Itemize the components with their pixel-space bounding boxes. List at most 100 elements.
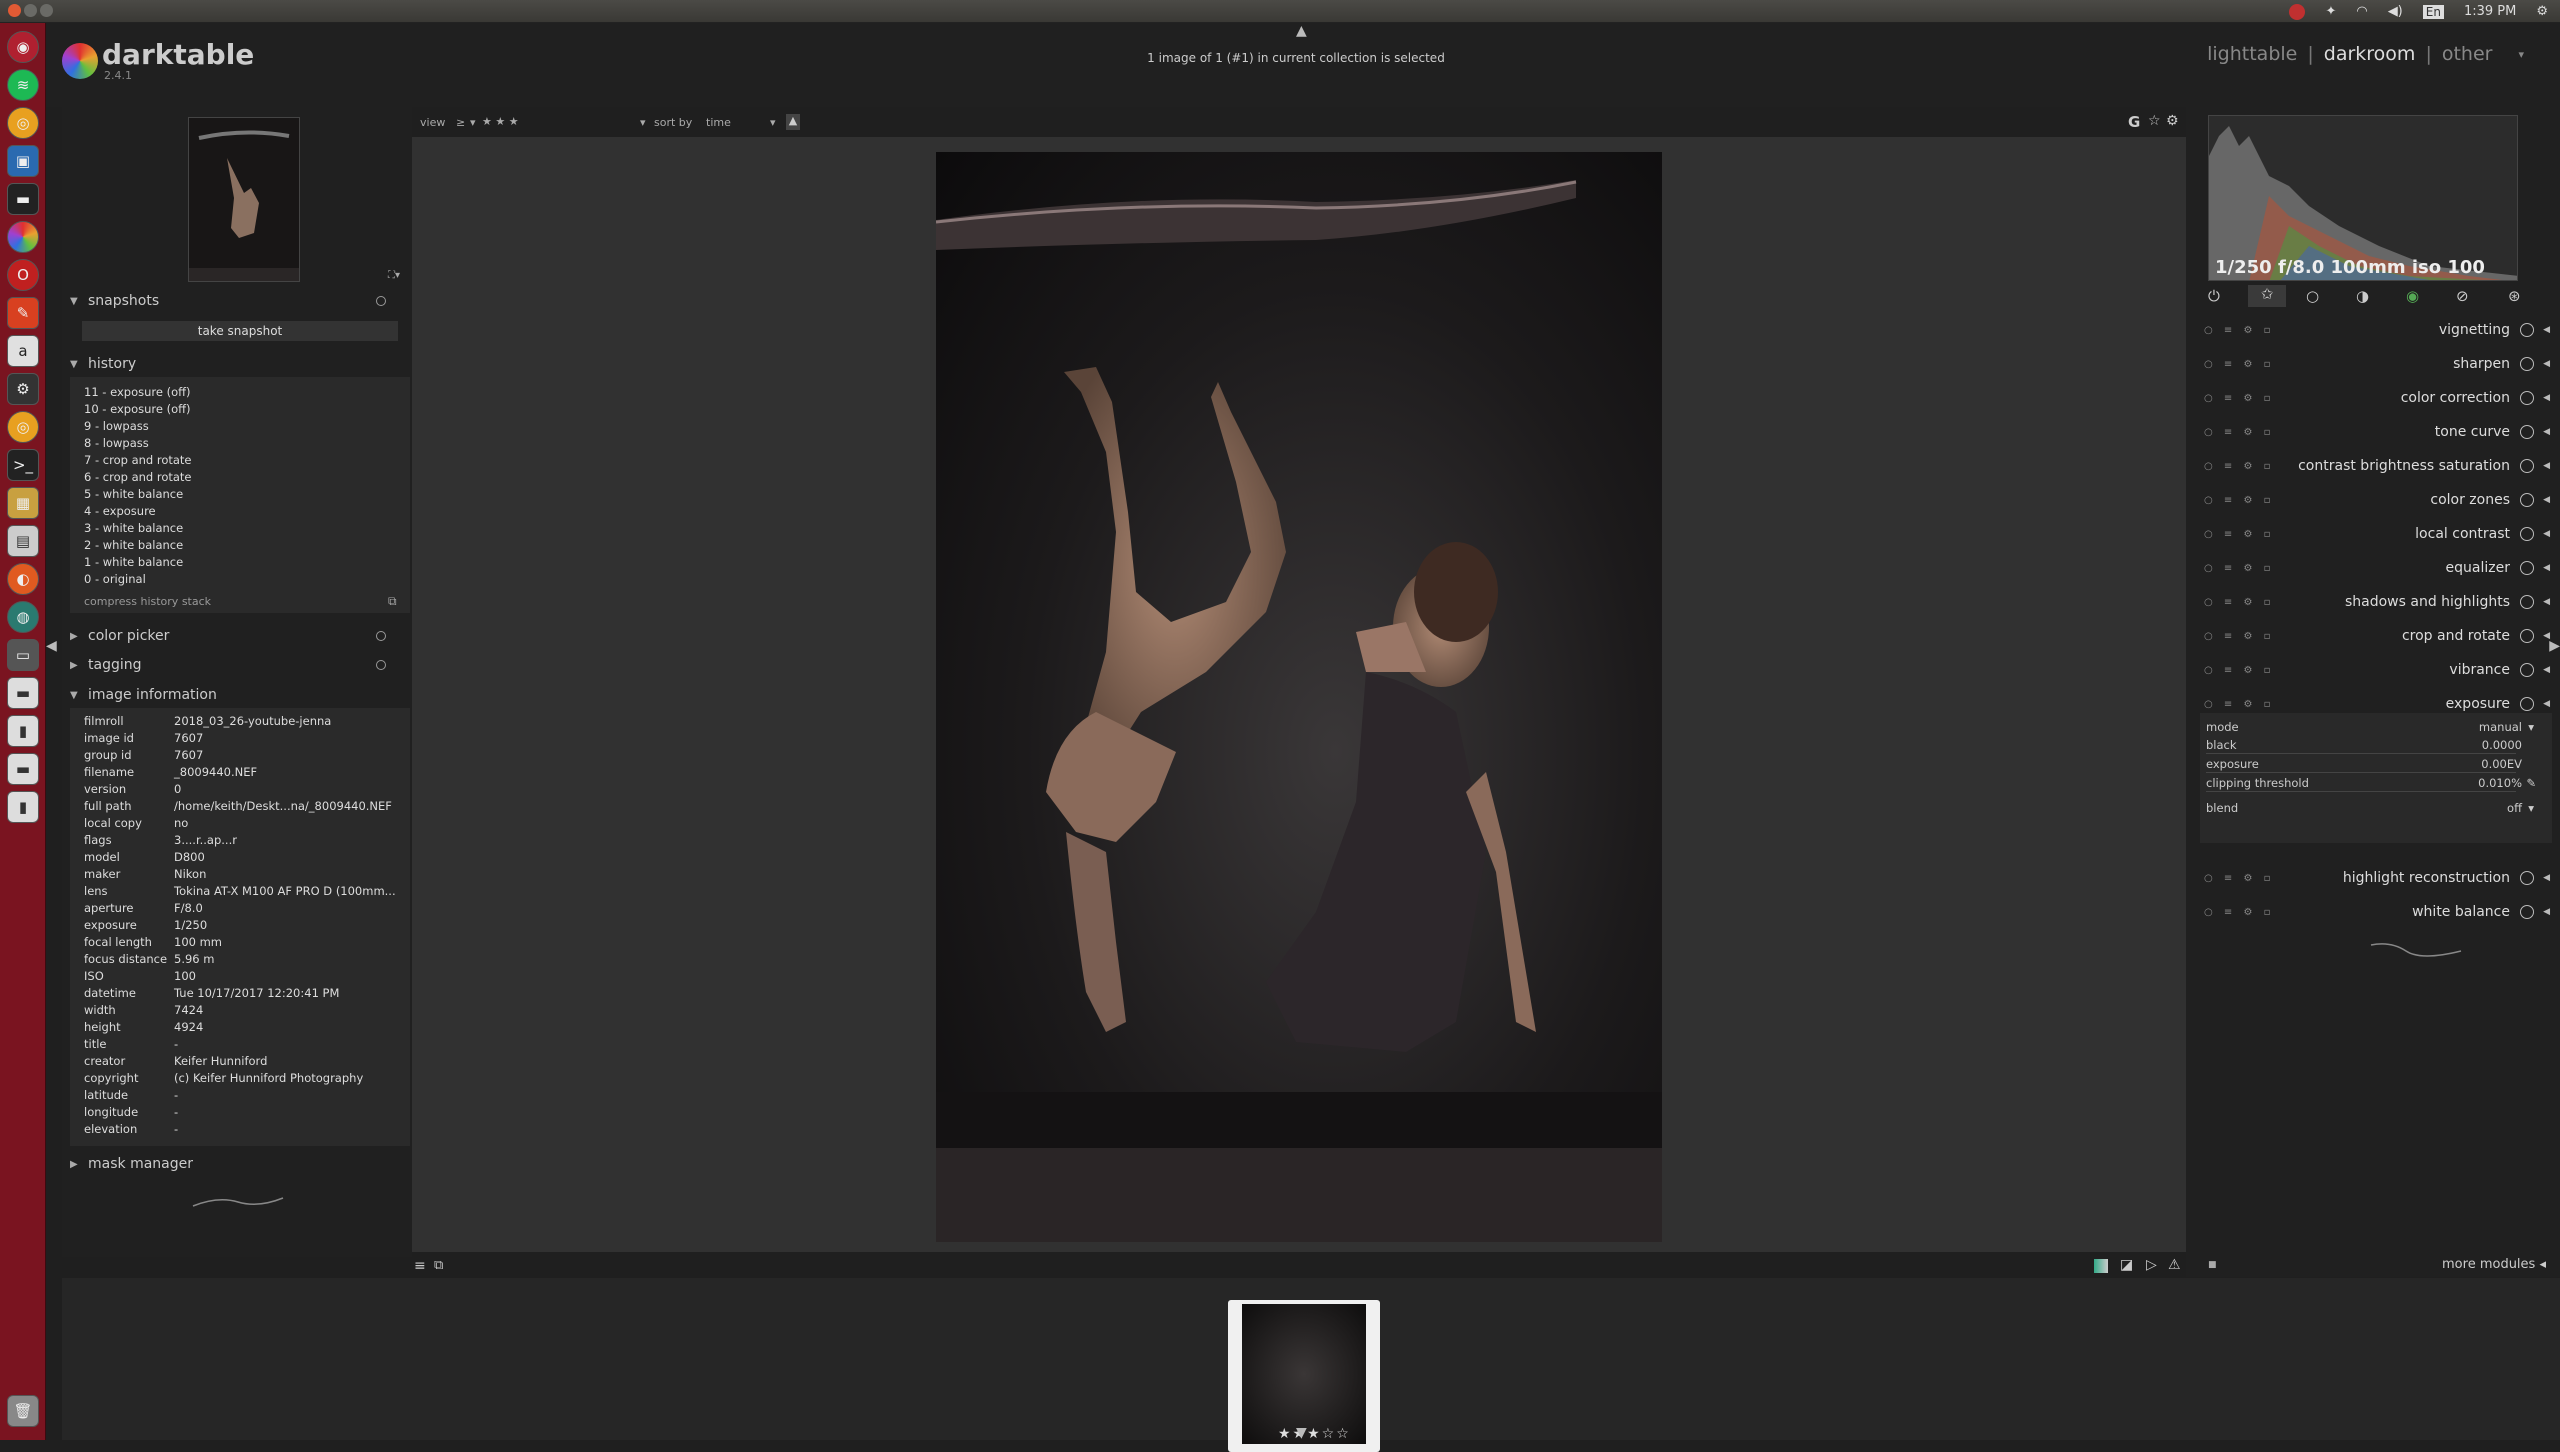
histogram[interactable]: 1/250 f/8.0 100mm iso 100	[2208, 115, 2518, 281]
media-app-icon[interactable]: ▬	[7, 183, 39, 215]
history-item[interactable]: 5 - white balance	[84, 487, 183, 501]
rating-filter-op[interactable]: ≥	[456, 116, 465, 129]
chevron-down-icon[interactable]: ▾	[770, 116, 776, 129]
color-group-tab-icon[interactable]: ◉	[2406, 287, 2419, 305]
history-item[interactable]: 4 - exposure	[84, 504, 156, 518]
collapse-right-panel-icon[interactable]: ▶	[2549, 638, 2560, 654]
module-toggle-icons[interactable]: ○ ≡ ⚙ ▫	[2204, 427, 2274, 438]
module-header[interactable]: ○ ≡ ⚙ ▫ sharpen ◀	[2200, 349, 2552, 379]
module-expand-icon[interactable]: ◀	[2543, 461, 2550, 471]
volume-icon[interactable]: ◀)	[2388, 4, 2403, 20]
module-toggle-icons[interactable]: ○ ≡ ⚙ ▫	[2204, 529, 2274, 540]
files-icon[interactable]: ▤	[7, 525, 39, 557]
darktable-icon[interactable]	[7, 221, 39, 253]
history-item[interactable]: 9 - lowpass	[84, 419, 149, 433]
color-picker-icon[interactable]: ✎	[2526, 776, 2536, 790]
history-item[interactable]: 10 - exposure (off)	[84, 402, 191, 416]
history-item[interactable]: 1 - white balance	[84, 555, 183, 569]
navigation-thumbnail[interactable]	[188, 117, 300, 282]
remote-desktop-icon[interactable]: ▣	[7, 145, 39, 177]
wifi-icon[interactable]: ◠	[2356, 4, 2367, 20]
clock[interactable]: 1:39 PM	[2464, 4, 2516, 19]
tool-app-icon[interactable]: ✎	[7, 297, 39, 329]
correct-group-tab-icon[interactable]: ⊘	[2456, 287, 2469, 305]
expand-icon[interactable]: ⛶▾	[388, 270, 400, 281]
module-header[interactable]: ○ ≡ ⚙ ▫ color correction ◀	[2200, 383, 2552, 413]
module-toggle-icons[interactable]: ○ ≡ ⚙ ▫	[2204, 907, 2274, 918]
module-expand-icon[interactable]: ◀	[2543, 427, 2550, 437]
module-header[interactable]: ○ ≡ ⚙ ▫ white balance ◀	[2200, 897, 2552, 927]
module-toggle-icons[interactable]: ○ ≡ ⚙ ▫	[2204, 325, 2274, 336]
module-header[interactable]: ○ ≡ ⚙ ▫ tone curve ◀	[2200, 417, 2552, 447]
module-header[interactable]: ○ ≡ ⚙ ▫ shadows and highlights ◀	[2200, 587, 2552, 617]
module-expand-icon[interactable]: ◀	[2543, 325, 2550, 335]
effect-group-tab-icon[interactable]: ⊛	[2508, 287, 2521, 305]
softproof-icon[interactable]: ◪	[2120, 1257, 2133, 1273]
image-viewer-icon[interactable]: ▦	[7, 487, 39, 519]
web-browser-icon[interactable]: ◍	[7, 601, 39, 633]
spotify-icon[interactable]: ≋	[7, 69, 39, 101]
record-indicator-icon[interactable]	[2289, 3, 2306, 20]
view-other[interactable]: other	[2442, 43, 2493, 65]
history-create-style-icon[interactable]: ⧉	[388, 594, 397, 609]
basic-group-tab-icon[interactable]: ○	[2306, 287, 2319, 305]
keyboard-layout-indicator[interactable]: En	[2422, 4, 2444, 19]
chevron-down-icon[interactable]: ▾	[470, 116, 476, 129]
collapse-top-panel-icon[interactable]: ▲	[1296, 23, 1307, 39]
mask-manager-header[interactable]: ▶ mask manager	[70, 1153, 410, 1175]
overlay-star-icon[interactable]: ☆	[2148, 113, 2161, 129]
module-expand-icon[interactable]: ◀	[2543, 393, 2550, 403]
module-header[interactable]: ○ ≡ ⚙ ▫ vignetting ◀	[2200, 315, 2552, 345]
window-close-button[interactable]	[8, 4, 21, 17]
module-expand-icon[interactable]: ◀	[2543, 665, 2550, 675]
warning-icon[interactable]: ⚠	[2168, 1257, 2181, 1273]
trash-icon[interactable]: 🗑	[7, 1395, 39, 1427]
history-item[interactable]: 0 - original	[84, 572, 146, 586]
opera-icon[interactable]: O	[7, 259, 39, 291]
chevron-down-icon[interactable]: ▾	[640, 116, 646, 129]
module-header[interactable]: ○ ≡ ⚙ ▫ local contrast ◀	[2200, 519, 2552, 549]
take-snapshot-button[interactable]: take snapshot	[82, 321, 398, 341]
mode-combobox[interactable]: mode manual ▾	[2206, 720, 2536, 734]
history-header[interactable]: ▼ history	[70, 353, 410, 375]
module-expand-icon[interactable]: ◀	[2543, 495, 2550, 505]
gamut-check-icon[interactable]: ▷	[2146, 1257, 2157, 1273]
reset-icon[interactable]	[376, 631, 386, 641]
color-assessment-icon[interactable]	[2094, 1259, 2108, 1273]
main-image[interactable]	[936, 152, 1662, 1242]
sort-select[interactable]: time	[706, 116, 731, 129]
history-item[interactable]: 8 - lowpass	[84, 436, 149, 450]
module-expand-icon[interactable]: ◀	[2543, 597, 2550, 607]
tone-group-tab-icon[interactable]: ◑	[2356, 287, 2369, 305]
module-header[interactable]: ○ ≡ ⚙ ▫ color zones ◀	[2200, 485, 2552, 515]
exposure-slider[interactable]: exposure 0.00EV	[2206, 757, 2536, 771]
module-toggle-icons[interactable]: ○ ≡ ⚙ ▫	[2204, 359, 2274, 370]
module-toggle-icons[interactable]: ○ ≡ ⚙ ▫	[2204, 699, 2274, 710]
module-toggle-icons[interactable]: ○ ≡ ⚙ ▫	[2204, 665, 2274, 676]
collapse-left-panel-icon[interactable]: ◀	[46, 638, 57, 654]
active-modules-tab-icon[interactable]: ⏻	[2208, 287, 2220, 305]
ubuntu-dash-icon[interactable]: ◉	[7, 31, 39, 63]
clipping-slider-track[interactable]	[2206, 791, 2516, 792]
black-slider-track[interactable]	[2206, 753, 2516, 754]
module-expand-icon[interactable]: ◀	[2543, 563, 2550, 573]
reset-icon[interactable]	[376, 660, 386, 670]
rating-filter-stars[interactable]: ★ ★ ★	[482, 115, 519, 128]
module-toggle-icons[interactable]: ○ ≡ ⚙ ▫	[2204, 393, 2274, 404]
view-darkroom[interactable]: darkroom	[2324, 43, 2416, 65]
more-modules-button[interactable]: more modules ◂	[2442, 1257, 2546, 1272]
module-toggle-icons[interactable]: ○ ≡ ⚙ ▫	[2204, 495, 2274, 506]
window-minimize-button[interactable]	[24, 4, 37, 17]
black-slider[interactable]: black 0.0000	[2206, 738, 2536, 752]
module-expand-icon[interactable]: ◀	[2543, 699, 2550, 709]
gear-icon[interactable]: ⚙	[2166, 113, 2179, 129]
module-expand-icon[interactable]: ◀	[2543, 873, 2550, 883]
quick-access-menu-icon[interactable]: ≡	[414, 1258, 426, 1274]
history-item[interactable]: 2 - white balance	[84, 538, 183, 552]
history-item[interactable]: 11 - exposure (off)	[84, 385, 191, 399]
window-app-icon[interactable]: ▭	[7, 639, 39, 671]
view-lighttable[interactable]: lighttable	[2207, 43, 2297, 65]
snapshots-header[interactable]: ▼ snapshots	[70, 290, 410, 312]
presets-menu-icon[interactable]: ■	[2208, 1260, 2217, 1270]
compress-history-button[interactable]: compress history stack	[84, 595, 211, 608]
